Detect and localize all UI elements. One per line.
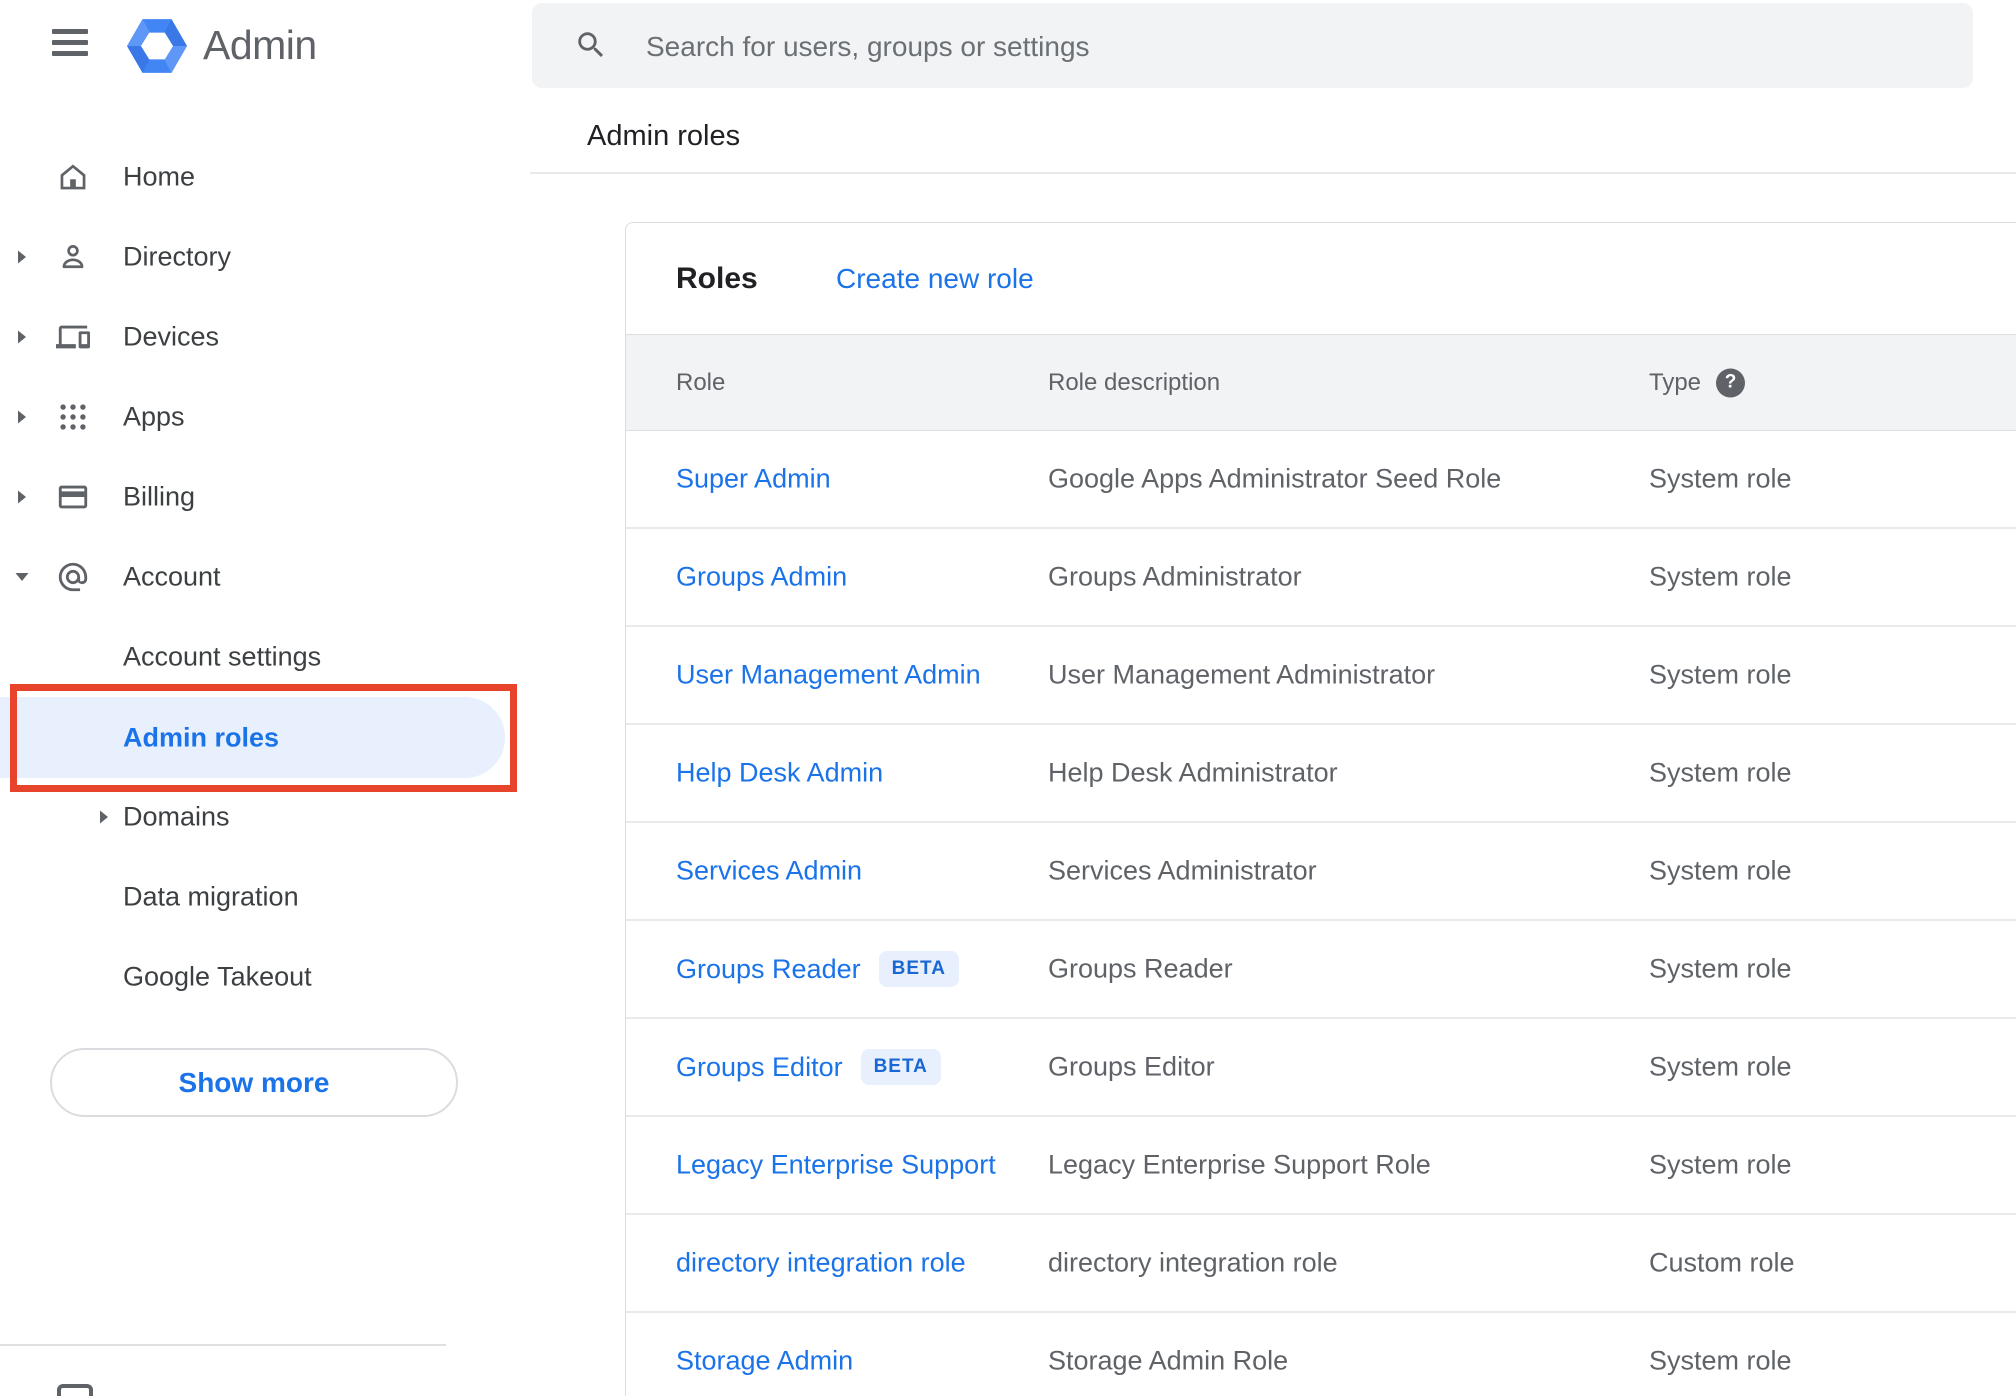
sidebar-item-label: Account settings <box>123 641 322 672</box>
sidebar-item-label: Google Takeout <box>123 961 312 992</box>
annotation-highlight-box <box>10 684 517 792</box>
role-link[interactable]: Groups Reader <box>676 954 861 985</box>
column-header-type: Type <box>1649 368 1702 396</box>
table-row: directory integration role directory int… <box>626 1215 2016 1313</box>
sidebar-item-data-migration[interactable]: Data migration <box>0 857 530 937</box>
admin-console-screen: Admin Admin roles Home Directory Devices <box>0 0 2016 1396</box>
role-type: System role <box>1649 1345 1792 1376</box>
sidebar-item-label: Apps <box>123 401 185 432</box>
role-type: System role <box>1649 1149 1792 1180</box>
role-link[interactable]: Legacy Enterprise Support <box>676 1150 996 1181</box>
card-title: Roles <box>676 261 758 295</box>
role-description: Help Desk Administrator <box>1048 757 1338 788</box>
header-divider <box>530 172 2016 174</box>
role-type: System role <box>1649 855 1792 886</box>
sidebar-item-label: Billing <box>123 481 196 512</box>
table-row: Groups Admin Groups Administrator System… <box>626 529 2016 627</box>
role-link[interactable]: Groups Editor <box>676 1052 843 1083</box>
devices-icon <box>56 325 90 349</box>
role-type: System role <box>1649 561 1792 592</box>
role-link[interactable]: Services Admin <box>676 856 862 887</box>
role-description: Services Administrator <box>1048 855 1317 886</box>
sidebar-item-apps[interactable]: Apps <box>0 377 530 457</box>
clipped-sidebar-icon <box>57 1384 93 1396</box>
sidebar-item-label: Data migration <box>123 881 299 912</box>
role-type: System role <box>1649 757 1792 788</box>
table-row: Groups Editor BETA Groups Editor System … <box>626 1019 2016 1117</box>
role-type: Custom role <box>1649 1247 1795 1278</box>
role-type: System role <box>1649 1051 1792 1082</box>
table-row: Services Admin Services Administrator Sy… <box>626 823 2016 921</box>
role-type: System role <box>1649 463 1792 494</box>
role-link[interactable]: Super Admin <box>676 464 831 495</box>
table-row: Super Admin Google Apps Administrator Se… <box>626 431 2016 529</box>
hamburger-menu-icon[interactable] <box>52 29 88 56</box>
table-header-row: Role Role description Type ? <box>626 334 2016 431</box>
chevron-right-icon[interactable] <box>14 329 30 345</box>
role-link[interactable]: directory integration role <box>676 1248 966 1279</box>
column-header-role: Role <box>676 368 726 396</box>
sidebar-item-label: Account <box>123 561 221 592</box>
search-icon[interactable] <box>574 28 608 62</box>
role-link[interactable]: Groups Admin <box>676 562 847 593</box>
sidebar-item-google-takeout[interactable]: Google Takeout <box>0 937 530 1017</box>
sidebar-item-label: Home <box>123 161 196 192</box>
table-row: Storage Admin Storage Admin Role System … <box>626 1313 2016 1396</box>
role-type: System role <box>1649 953 1792 984</box>
breadcrumb: Admin roles <box>587 120 741 152</box>
admin-logo-icon[interactable] <box>126 15 188 77</box>
credit-card-icon <box>58 485 88 509</box>
chevron-down-icon[interactable] <box>14 569 30 585</box>
role-description: User Management Administrator <box>1048 659 1436 690</box>
table-body: Super Admin Google Apps Administrator Se… <box>626 431 2016 1396</box>
role-type: System role <box>1649 659 1792 690</box>
table-row: Legacy Enterprise Support Legacy Enterpr… <box>626 1117 2016 1215</box>
sidebar-divider <box>0 1344 446 1346</box>
role-description: directory integration role <box>1048 1247 1338 1278</box>
beta-badge: BETA <box>860 1049 941 1085</box>
role-description: Groups Administrator <box>1048 561 1302 592</box>
sidebar-item-account[interactable]: Account <box>0 537 530 617</box>
show-more-button[interactable]: Show more <box>50 1048 458 1117</box>
role-description: Legacy Enterprise Support Role <box>1048 1149 1431 1180</box>
apps-icon <box>60 404 86 430</box>
roles-card-header: Roles Create new role <box>626 223 2016 334</box>
sidebar-item-home[interactable]: Home <box>0 137 530 217</box>
role-link[interactable]: Help Desk Admin <box>676 758 883 789</box>
table-row: User Management Admin User Management Ad… <box>626 627 2016 725</box>
chevron-right-icon[interactable] <box>14 249 30 265</box>
table-row: Groups Reader BETA Groups Reader System … <box>626 921 2016 1019</box>
chevron-right-icon[interactable] <box>14 489 30 505</box>
column-header-description: Role description <box>1048 368 1221 396</box>
sidebar-item-label: Devices <box>123 321 220 352</box>
role-link[interactable]: Storage Admin <box>676 1346 853 1377</box>
roles-card: Roles Create new role Role Role descript… <box>625 222 2016 1396</box>
app-title: Admin <box>203 22 317 68</box>
help-icon[interactable]: ? <box>1716 368 1745 397</box>
search-bar <box>532 3 1973 90</box>
person-icon <box>62 245 84 269</box>
home-icon <box>60 164 86 190</box>
role-description: Groups Editor <box>1048 1051 1215 1082</box>
role-link[interactable]: User Management Admin <box>676 660 981 691</box>
beta-badge: BETA <box>878 951 959 987</box>
chevron-right-icon[interactable] <box>96 809 112 825</box>
search-input[interactable] <box>644 3 1928 90</box>
create-new-role-link[interactable]: Create new role <box>836 263 1034 295</box>
role-description: Google Apps Administrator Seed Role <box>1048 463 1502 494</box>
sidebar-item-directory[interactable]: Directory <box>0 217 530 297</box>
sidebar-item-label: Directory <box>123 241 232 272</box>
sidebar-item-billing[interactable]: Billing <box>0 457 530 537</box>
chevron-right-icon[interactable] <box>14 409 30 425</box>
sidebar-item-label: Domains <box>123 801 230 832</box>
table-row: Help Desk Admin Help Desk Administrator … <box>626 725 2016 823</box>
role-description: Groups Reader <box>1048 953 1233 984</box>
sidebar-item-devices[interactable]: Devices <box>0 297 530 377</box>
role-description: Storage Admin Role <box>1048 1345 1289 1376</box>
at-sign-icon <box>58 562 88 592</box>
